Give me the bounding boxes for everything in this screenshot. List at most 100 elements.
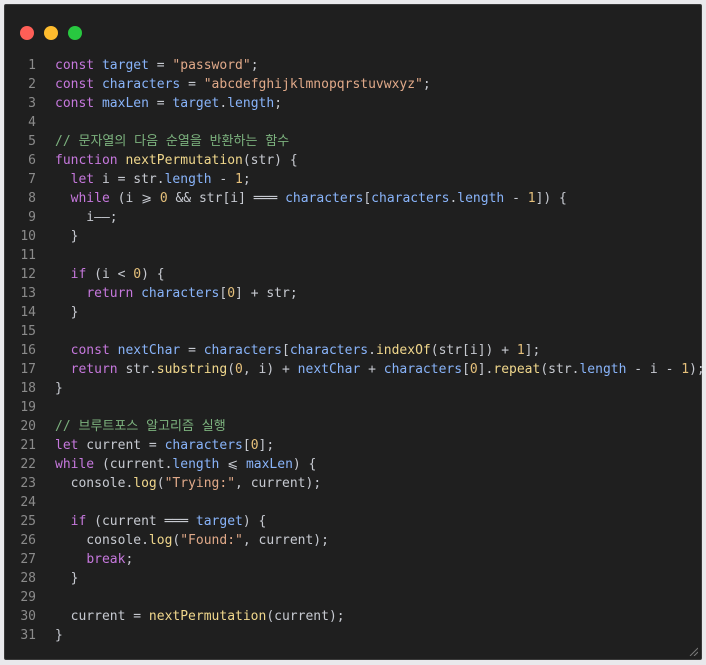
code-token-keyword: if [70,514,87,529]
code-token-keyword: const [55,58,95,73]
code-token-plain: ; [242,172,251,187]
line-number: 12 [20,267,36,282]
code-token-var: length [172,457,220,472]
code-token-func: indexOf [375,343,431,358]
code-line: 29 [5,588,701,607]
maximize-window-button[interactable] [68,26,82,40]
line-number: 31 [20,628,36,643]
code-token-var: length [579,362,627,377]
code-token-plain: ; [422,77,431,92]
code-text: } [55,227,79,246]
code-token-plain: ( [156,476,165,491]
code-text: while (i ⩾ 0 && str[i] ═══ characters[ch… [55,189,567,208]
line-number: 18 [20,381,36,396]
code-token-var: length [164,172,212,187]
code-text: if (i < 0) { [55,265,165,284]
code-text: let current = characters[0]; [55,436,274,455]
line-number: 16 [20,343,36,358]
code-token-string: "password" [172,58,251,73]
line-number: 17 [20,362,36,377]
line-number: 8 [28,191,36,206]
code-line: 3 const maxLen = target.length; [5,94,701,113]
code-token-keyword: function [55,153,118,168]
line-number: 23 [20,476,36,491]
code-token-plain: - [211,172,236,187]
code-token-plain: ] + str; [235,286,298,301]
code-line: 12 if (i < 0) { [5,265,701,284]
code-token-plain: = [148,96,173,111]
code-token-keyword: let [55,438,79,453]
code-token-number: 0 [227,286,236,301]
code-token-keyword: if [70,267,87,282]
code-token-plain: (current. [94,457,173,472]
line-number: 15 [20,324,36,339]
code-text: // 문자열의 다음 순열을 반환하는 함수 [55,132,289,151]
code-line: 18} [5,379,701,398]
line-number: 4 [28,115,36,130]
code-token-plain: ]; [258,438,275,453]
code-line: 13 return characters[0] + str; [5,284,701,303]
minimize-window-button[interactable] [44,26,58,40]
code-token-plain: - [504,191,528,206]
line-number: 10 [20,229,36,244]
code-token-plain: = [180,77,204,92]
code-line: 25 if (current ═══ target) { [5,512,701,531]
code-line: 19 [5,398,701,417]
code-token-keyword: while [70,191,110,206]
code-text: const maxLen = target.length; [55,94,282,113]
code-token-var: characters [285,191,364,206]
code-line: 28 } [5,569,701,588]
code-token-plain: (current); [266,609,345,624]
code-token-plain: , current); [235,476,322,491]
code-token-var: maxLen [101,96,149,111]
code-line: 20 // 브루트포스 알고리즘 실행 [5,417,701,436]
code-token-var: nextChar [297,362,361,377]
code-token-plain: [ [462,362,470,377]
code-token-plain: } [55,381,63,396]
code-token-keyword: let [70,172,95,187]
code-token-func: nextPermutation [148,609,267,624]
code-text: return characters[0] + str; [55,284,298,303]
code-token-var: target [101,58,149,73]
line-number: 11 [20,248,36,263]
code-token-plain: , current); [242,533,329,548]
code-token-string: "Trying:" [164,476,236,491]
code-line: 6 function nextPermutation(str) { [5,151,701,170]
line-number: 24 [20,495,36,510]
code-token-plain: + [360,362,384,377]
code-token-plain: (str[i]) + [430,343,517,358]
code-line: 8 while (i ⩾ 0 && str[i] ═══ characters[… [5,189,701,208]
code-line: 21 let current = characters[0]; [5,436,701,455]
code-token-func: substring [156,362,228,377]
resize-grip-icon[interactable] [688,646,698,656]
code-line: 1 const target = "password"; [5,56,701,75]
code-token-plain: ]) { [535,191,567,206]
code-token-plain: str. [117,362,157,377]
code-token-keyword: return [70,362,118,377]
line-number: 30 [20,609,36,624]
code-token-number: 0 [159,191,168,206]
code-text: const target = "password"; [55,56,259,75]
line-number: 9 [28,210,36,225]
code-token-var: characters [289,343,369,358]
line-number: 25 [20,514,36,529]
code-token-keyword: while [55,457,95,472]
code-line: 22 while (current.length ⩽ maxLen) { [5,455,701,474]
line-number: 27 [20,552,36,567]
code-token-plain: ; [250,58,259,73]
window-titlebar [5,5,701,49]
line-number: 19 [20,400,36,415]
code-token-plain: (current ═══ [86,514,196,529]
code-token-plain: (i < [86,267,134,282]
code-text: i——; [55,208,117,227]
code-token-plain: ; [125,552,134,567]
code-token-plain: [ [242,438,251,453]
code-token-plain: } [55,571,79,586]
code-token-number: 0 [133,267,142,282]
close-window-button[interactable] [20,26,34,40]
